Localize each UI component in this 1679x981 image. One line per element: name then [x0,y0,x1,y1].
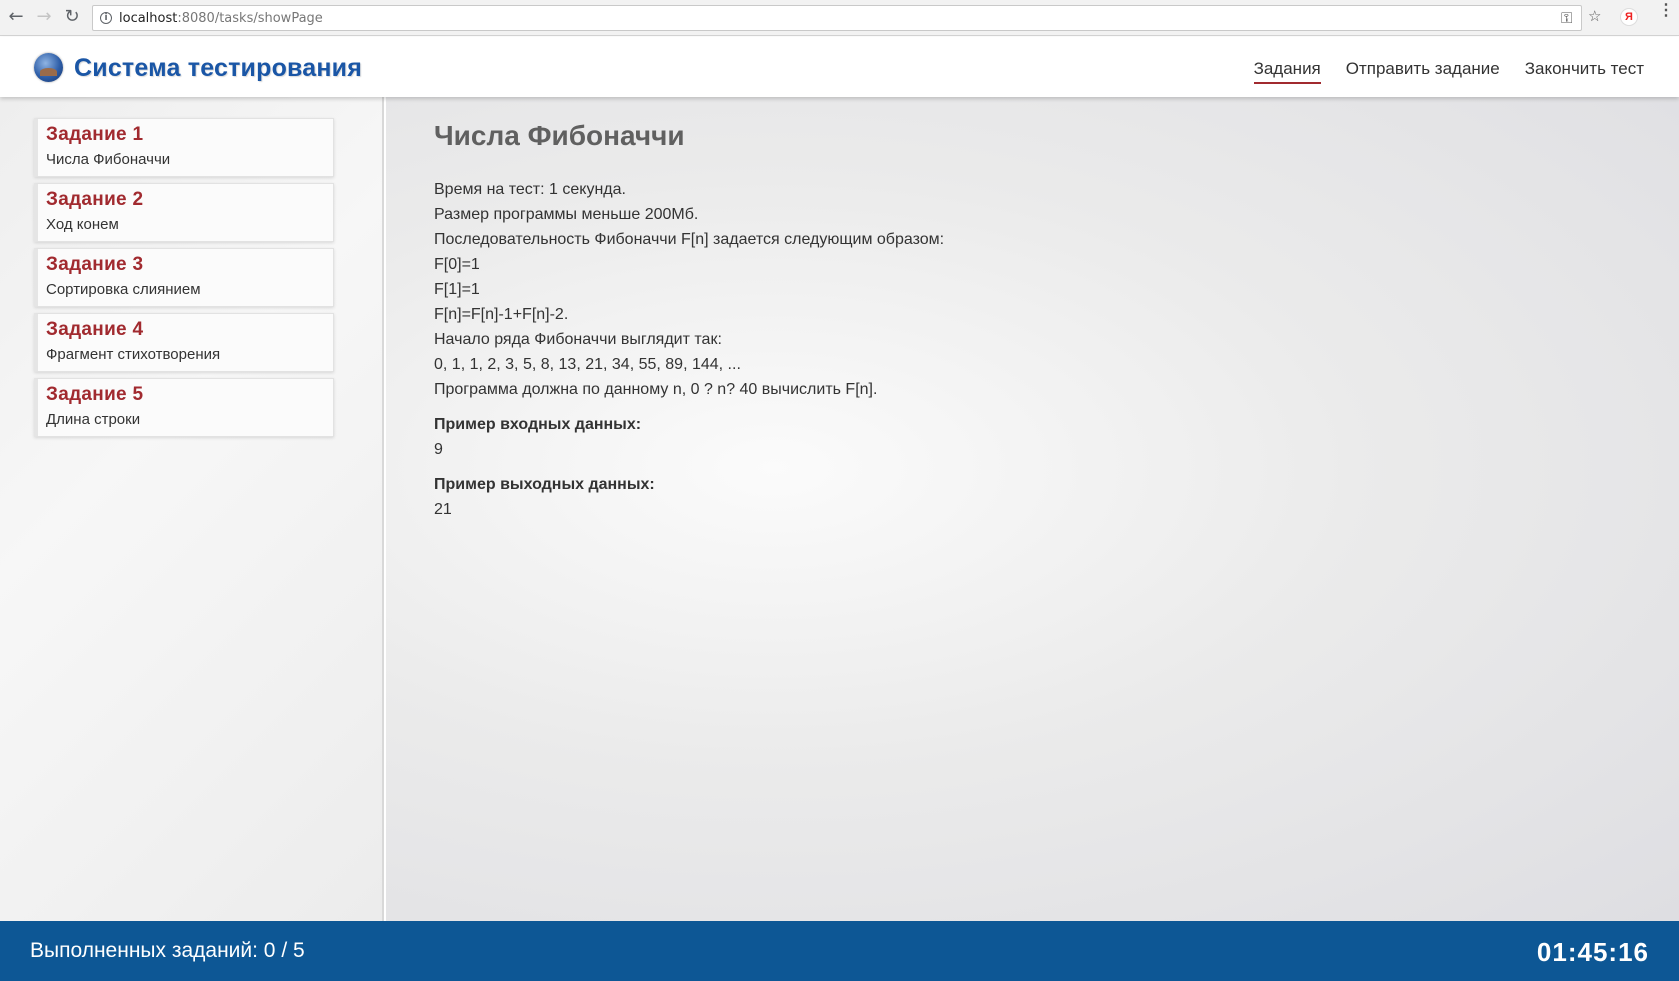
app-header: Система тестирования Задания Отправить з… [0,37,1679,97]
task-line: Время на тест: 1 секунда. [434,181,626,198]
browser-menu-icon[interactable]: ⋮ [1658,3,1674,19]
task-title: Задание 3 [46,254,144,275]
site-info-icon[interactable]: i [100,12,112,24]
nav-submit-task-link[interactable]: Отправить задание [1346,59,1500,84]
key-icon[interactable]: ⚿ [1561,9,1572,27]
task-title: Задание 4 [46,319,144,340]
yandex-extension-icon[interactable]: Я [1620,8,1638,26]
url-path: :8080/tasks/showPage [177,11,323,26]
task-card-5[interactable]: Задание 5 Длина строки [34,378,334,437]
status-footer: Выполненных заданий: 0 / 5 01:45:16 [0,921,1679,981]
task-subtitle: Длина строки [46,411,141,428]
back-arrow-icon[interactable]: ← [5,6,27,28]
task-description: Время на тест: 1 секунда. Размер програм… [434,177,944,522]
completed-tasks-counter: Выполненных заданий: 0 / 5 [30,939,305,962]
top-nav: Задания Отправить задание Закончить тест [1253,59,1644,84]
bookmark-star-icon[interactable]: ☆ [1588,7,1601,25]
address-bar[interactable]: i localhost:8080/tasks/showPage ⚿ [92,5,1582,31]
task-line: Начало ряда Фибоначчи выглядит так: [434,331,722,348]
task-line: F[n]=F[n]-1+F[n]-2. [434,306,569,323]
task-line: Последовательность Фибоначчи F[n] задает… [434,231,945,248]
task-line: F[0]=1 [434,256,480,273]
logo-icon [34,53,63,82]
app-title: Система тестирования [74,54,363,82]
task-subtitle: Ход конем [46,216,119,233]
nav-tasks-link[interactable]: Задания [1253,59,1321,84]
task-card-4[interactable]: Задание 4 Фрагмент стихотворения [34,313,334,372]
nav-finish-test-link[interactable]: Закончить тест [1525,59,1644,84]
task-content: Числа Фибоначчи Время на тест: 1 секунда… [386,97,1679,921]
task-card-2[interactable]: Задание 2 Ход конем [34,183,334,242]
task-title: Задание 1 [46,124,144,145]
sample-output-label: Пример выходных данных: [434,476,655,493]
browser-toolbar: ← → ↻ i localhost:8080/tasks/showPage ⚿ … [0,0,1679,36]
sample-input-value: 9 [434,441,443,458]
task-heading: Числа Фибоначчи [434,120,685,151]
task-line: 0, 1, 1, 2, 3, 5, 8, 13, 21, 34, 55, 89,… [434,356,741,373]
task-card-3[interactable]: Задание 3 Сортировка слиянием [34,248,334,307]
task-line: Программа должна по данному n, 0 ? n? 40… [434,381,878,398]
reload-icon[interactable]: ↻ [61,6,83,28]
task-title: Задание 5 [46,384,144,405]
url-text[interactable]: localhost:8080/tasks/showPage [119,11,323,26]
task-line: Размер программы меньше 200Мб. [434,206,699,223]
forward-arrow-icon[interactable]: → [33,6,55,28]
task-card-1[interactable]: Задание 1 Числа Фибоначчи [34,118,334,177]
countdown-timer: 01:45:16 [1536,937,1649,967]
task-line: F[1]=1 [434,281,480,298]
url-host: localhost [119,11,178,26]
task-subtitle: Сортировка слиянием [46,281,201,298]
task-subtitle: Фрагмент стихотворения [46,346,221,363]
task-subtitle: Числа Фибоначчи [46,151,171,168]
sample-input-label: Пример входных данных: [434,416,642,433]
task-title: Задание 2 [46,189,144,210]
task-sidebar: Задание 1 Числа Фибоначчи Задание 2 Ход … [0,97,384,921]
sample-output-value: 21 [434,501,452,518]
